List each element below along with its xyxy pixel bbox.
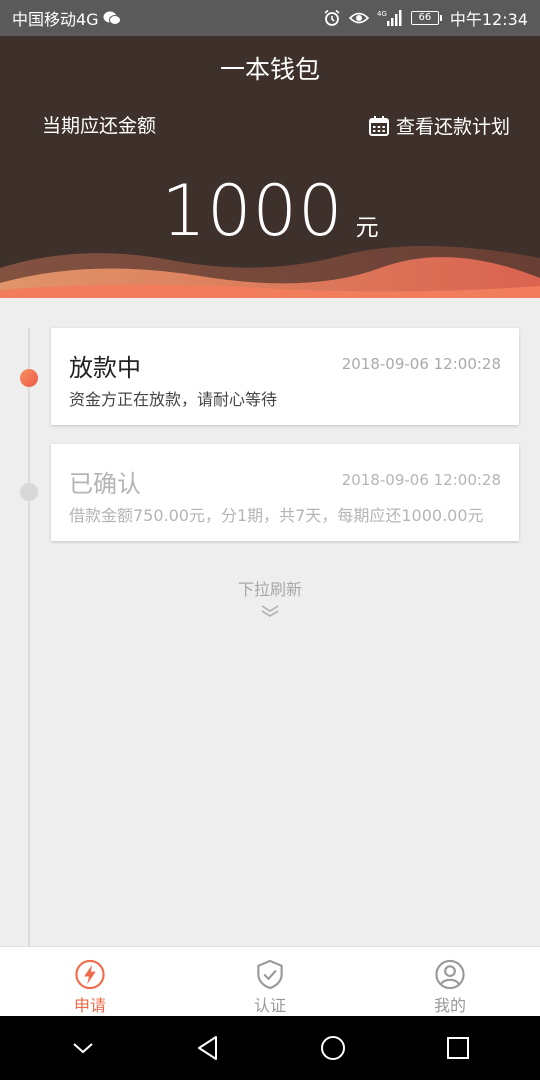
timeline-line — [28, 328, 30, 948]
back-icon — [197, 1036, 217, 1060]
bottom-tab-bar: 申请 认证 我的 — [0, 946, 540, 1016]
home-icon — [320, 1036, 345, 1060]
carrier-label: 中国移动4G — [12, 10, 99, 29]
due-amount-value: 1000 — [161, 170, 344, 252]
status-right: 4G 66 中午12:34 — [323, 6, 528, 30]
lightning-icon — [75, 959, 105, 990]
hide-nav-button[interactable] — [53, 1023, 113, 1073]
tab-label: 申请 — [73, 996, 106, 1015]
calendar-icon — [368, 115, 390, 137]
pull-to-refresh: 下拉刷新 — [0, 576, 540, 618]
status-title: 已确认 — [69, 470, 141, 498]
pull-to-refresh-label: 下拉刷新 — [237, 580, 302, 599]
chevron-down-icon — [72, 1043, 93, 1054]
status-description: 资金方正在放款，请耐心等待 — [69, 390, 278, 409]
header: 一本钱包 当期应还金额 查看还款计划 1000 元 — [0, 36, 540, 298]
status-title: 放款中 — [69, 354, 141, 382]
battery-level: 66 — [410, 11, 439, 25]
status-card-confirmed: 已确认 2018-09-06 12:00:28 借款金额750.00元，分1期，… — [51, 444, 519, 541]
header-wave-decoration — [0, 245, 540, 298]
repayment-plan-link[interactable]: 查看还款计划 — [368, 112, 510, 139]
clock: 中午12:34 — [449, 10, 528, 29]
wechat-icon — [103, 10, 121, 26]
status-time: 2018-09-06 12:00:28 — [341, 355, 501, 373]
system-nav-bar — [0, 1016, 540, 1080]
loan-status-timeline[interactable]: 放款中 2018-09-06 12:00:28 资金方正在放款，请耐心等待 已确… — [0, 298, 540, 948]
repayment-plan-label: 查看还款计划 — [395, 116, 510, 138]
tab-verify[interactable]: 认证 — [180, 947, 360, 1016]
svg-text:4G: 4G — [377, 10, 387, 18]
tab-label: 我的 — [433, 996, 466, 1015]
due-amount-label: 当期应还金额 — [42, 115, 157, 137]
eye-icon — [348, 11, 369, 25]
back-button[interactable] — [178, 1023, 238, 1073]
tab-label: 认证 — [253, 996, 286, 1015]
recents-icon — [446, 1037, 469, 1059]
status-left: 中国移动4G — [12, 6, 121, 30]
signal-icon: 4G — [377, 9, 403, 27]
due-amount: 1000 元 — [0, 176, 540, 246]
tab-apply[interactable]: 申请 — [0, 947, 180, 1016]
status-time: 2018-09-06 12:00:28 — [341, 471, 501, 489]
status-bar: 中国移动4G 4G 66 中午12:34 — [0, 0, 540, 36]
home-button[interactable] — [303, 1023, 363, 1073]
double-chevron-down-icon — [261, 605, 279, 617]
tab-mine[interactable]: 我的 — [360, 947, 540, 1016]
timeline-dot-inactive — [20, 483, 38, 501]
recents-button[interactable] — [428, 1023, 488, 1073]
alarm-icon — [323, 9, 341, 27]
battery-icon: 66 — [410, 11, 442, 25]
app-title: 一本钱包 — [219, 55, 320, 84]
user-icon — [435, 959, 465, 990]
status-description: 借款金额750.00元，分1期，共7天，每期应还1000.00元 — [69, 506, 484, 525]
due-amount-unit: 元 — [355, 215, 379, 241]
status-card-disbursing: 放款中 2018-09-06 12:00:28 资金方正在放款，请耐心等待 — [51, 328, 519, 425]
timeline-dot-active — [20, 369, 38, 387]
shield-check-icon — [257, 959, 283, 990]
